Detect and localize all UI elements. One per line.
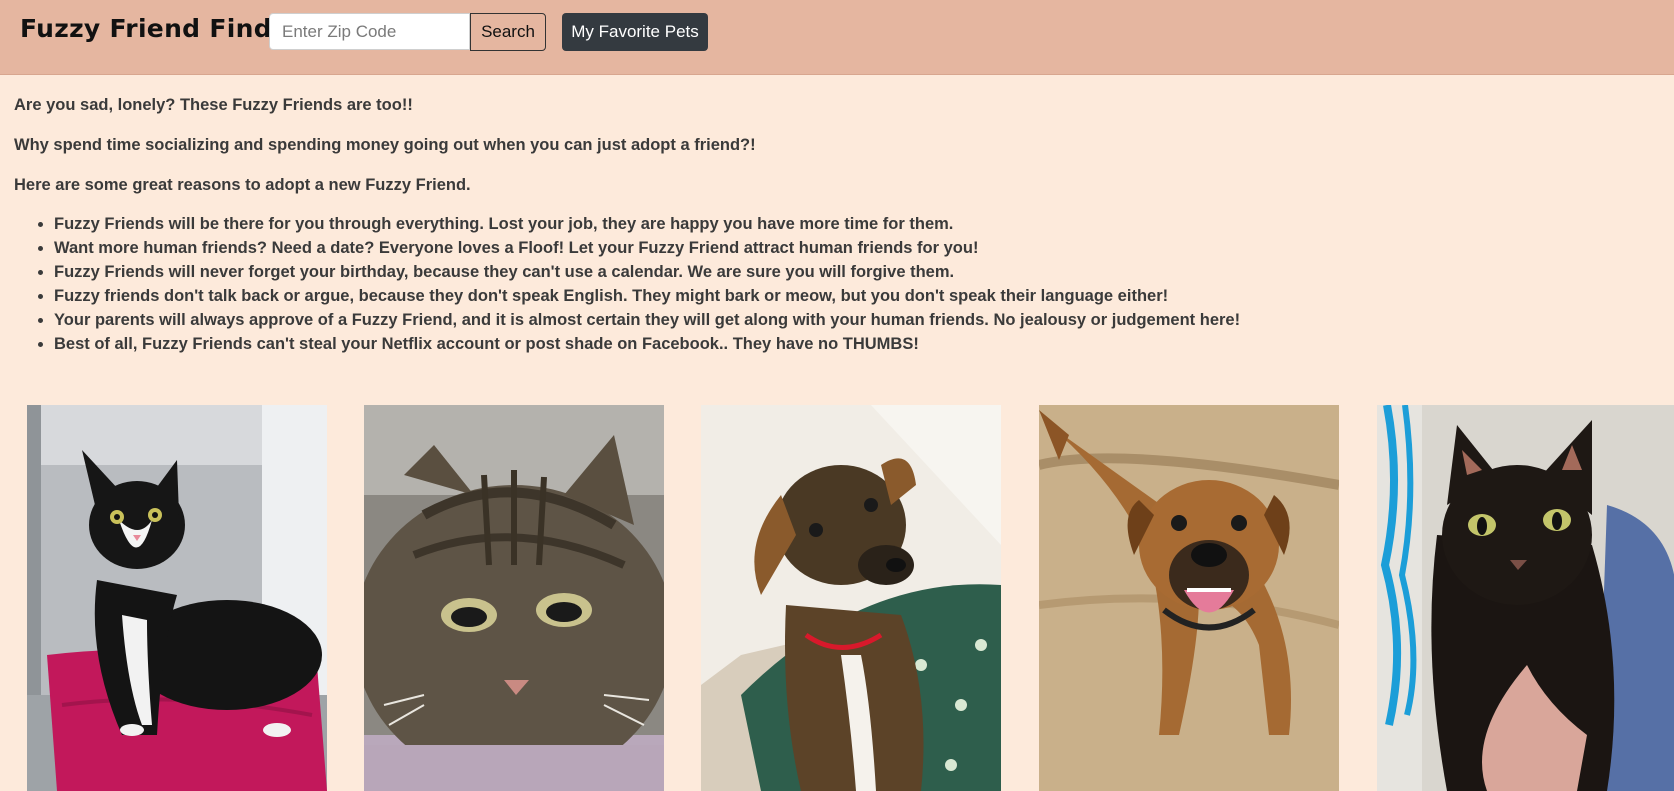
my-favorite-pets-button[interactable]: My Favorite Pets <box>562 13 708 51</box>
reason-item: Best of all, Fuzzy Friends can't steal y… <box>54 332 1654 356</box>
pet-card[interactable] <box>27 405 327 791</box>
reasons-list: Fuzzy Friends will be there for you thro… <box>14 212 1654 356</box>
intro-line: Here are some great reasons to adopt a n… <box>14 176 471 194</box>
pet-photo <box>1377 405 1674 791</box>
pet-card[interactable] <box>701 405 1001 791</box>
intro-line: Are you sad, lonely? These Fuzzy Friends… <box>14 96 413 114</box>
pet-photo <box>364 405 664 791</box>
navbar: Fuzzy Friend Finder Search My Favorite P… <box>0 0 1674 75</box>
reason-item: Fuzzy friends don't talk back or argue, … <box>54 284 1654 308</box>
intro-section: Are you sad, lonely? These Fuzzy Friends… <box>14 94 1654 356</box>
pet-photo <box>27 405 327 791</box>
pet-card[interactable] <box>364 405 664 791</box>
reason-item: Your parents will always approve of a Fu… <box>54 308 1654 332</box>
reason-item: Fuzzy Friends will be there for you thro… <box>54 212 1654 236</box>
reason-item: Fuzzy Friends will never forget your bir… <box>54 260 1654 284</box>
pet-card[interactable] <box>1377 405 1674 791</box>
intro-line: Why spend time socializing and spending … <box>14 136 756 154</box>
reason-item: Want more human friends? Need a date? Ev… <box>54 236 1654 260</box>
brand-title[interactable]: Fuzzy Friend Finder <box>20 14 302 43</box>
search-button[interactable]: Search <box>470 13 546 51</box>
pet-photo <box>1039 405 1339 791</box>
pet-card[interactable] <box>1039 405 1339 791</box>
zip-code-input[interactable] <box>269 13 470 50</box>
pet-photo <box>701 405 1001 791</box>
